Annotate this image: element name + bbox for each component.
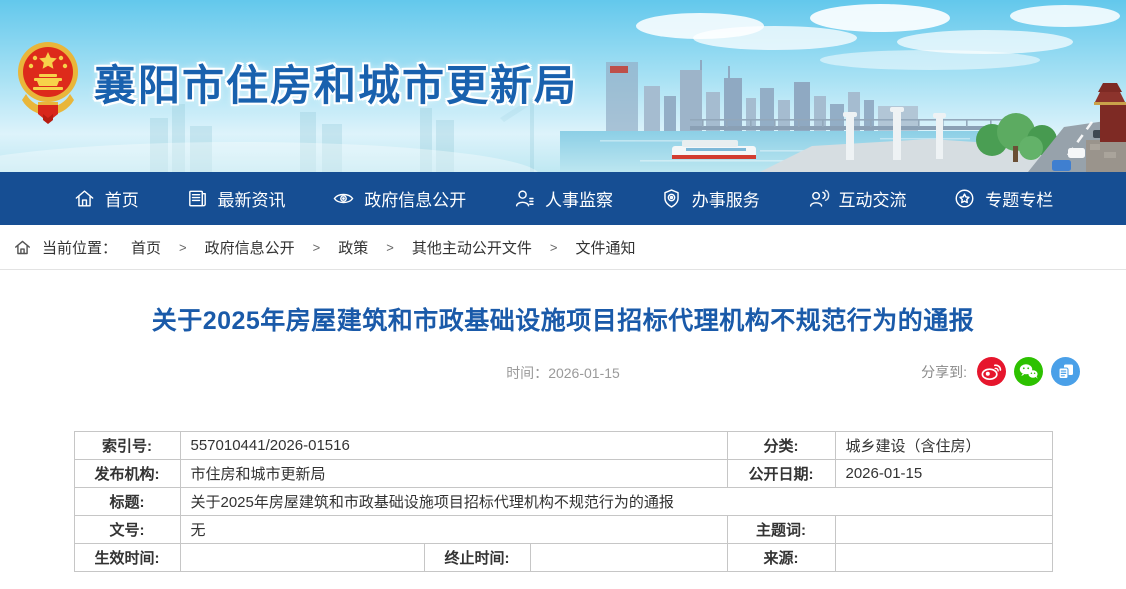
table-row: 发布机构: 市住房和城市更新局 公开日期: 2026-01-15 [74, 460, 1052, 488]
share-weibo-icon[interactable] [977, 357, 1006, 386]
badge-icon [660, 187, 683, 210]
site-banner: 襄阳市住房和城市更新局 [0, 0, 1126, 172]
breadcrumb-separator: > [313, 240, 321, 255]
table-row: 生效时间: 终止时间: 来源: [74, 544, 1052, 572]
source-label: 来源: [727, 544, 835, 572]
article-meta: 时间：2026-01-15 分享到: [0, 357, 1126, 387]
nav-item-label: 人事监察 [545, 186, 613, 211]
table-row: 索引号: 557010441/2026-01516 分类: 城乡建设（含住房） [74, 432, 1052, 460]
category-value: 城乡建设（含住房） [835, 432, 1052, 460]
nav-item-label: 互动交流 [839, 186, 907, 211]
share-copy-icon[interactable] [1051, 357, 1080, 386]
nav-item-label: 政府信息公开 [364, 186, 466, 211]
breadcrumb-item-gov-info[interactable]: 政府信息公开 [205, 237, 295, 258]
end-date-value [530, 544, 727, 572]
source-value [835, 544, 1052, 572]
nav-item-home[interactable]: 首页 [73, 186, 139, 211]
publisher-label: 发布机构: [74, 460, 180, 488]
eye-icon [332, 187, 355, 210]
share-label: 分享到: [921, 362, 967, 382]
breadcrumb: 当前位置： 首页 > 政府信息公开 > 政策 > 其他主动公开文件 > 文件通知 [0, 225, 1126, 270]
effective-date-value [180, 544, 424, 572]
home-icon [13, 238, 32, 257]
nav-item-label: 最新资讯 [218, 186, 286, 211]
publish-time-value: 2026-01-15 [548, 365, 620, 381]
index-number-label: 索引号: [74, 432, 180, 460]
nav-item-label: 首页 [105, 186, 139, 211]
share-bar: 分享到: [921, 357, 1080, 386]
news-icon [186, 187, 209, 210]
breadcrumb-item-home[interactable]: 首页 [131, 237, 161, 258]
breadcrumb-separator: > [179, 240, 187, 255]
publish-time-label: 时间： [506, 365, 548, 381]
nav-item-label: 办事服务 [692, 186, 760, 211]
table-row: 标题: 关于2025年房屋建筑和市政基础设施项目招标代理机构不规范行为的通报 [74, 488, 1052, 516]
doc-info-table: 索引号: 557010441/2026-01516 分类: 城乡建设（含住房） … [74, 431, 1053, 572]
national-emblem-icon [16, 40, 80, 124]
nav-item-news[interactable]: 最新资讯 [186, 186, 286, 211]
nav-item-label: 专题专栏 [985, 186, 1053, 211]
keywords-value [835, 516, 1052, 544]
breadcrumb-item-policy[interactable]: 政策 [338, 237, 368, 258]
nav-item-personnel[interactable]: 人事监察 [513, 186, 613, 211]
doc-title-label: 标题: [74, 488, 180, 516]
effective-date-label: 生效时间: [74, 544, 180, 572]
page: 襄阳市住房和城市更新局 首页 最新资讯 [0, 0, 1126, 589]
publisher-value: 市住房和城市更新局 [180, 460, 727, 488]
nav-item-services[interactable]: 办事服务 [660, 186, 760, 211]
article-title: 关于2025年房屋建筑和市政基础设施项目招标代理机构不规范行为的通报 [60, 301, 1066, 337]
nav-item-special-topics[interactable]: 专题专栏 [953, 186, 1053, 211]
end-date-label: 终止时间: [424, 544, 530, 572]
nav-item-gov-info[interactable]: 政府信息公开 [332, 186, 466, 211]
table-row: 文号: 无 主题词: [74, 516, 1052, 544]
home-icon [73, 187, 96, 210]
doc-number-label: 文号: [74, 516, 180, 544]
chat-icon [807, 187, 830, 210]
share-wechat-icon[interactable] [1014, 357, 1043, 386]
main-nav: 首页 最新资讯 政府信息公开 [0, 172, 1126, 225]
doc-number-value: 无 [180, 516, 727, 544]
index-number-value: 557010441/2026-01516 [180, 432, 727, 460]
breadcrumb-separator: > [550, 240, 558, 255]
keywords-label: 主题词: [727, 516, 835, 544]
article-content: 关于2025年房屋建筑和市政基础设施项目招标代理机构不规范行为的通报 时间：20… [0, 301, 1126, 572]
nav-item-interaction[interactable]: 互动交流 [807, 186, 907, 211]
person-icon [513, 187, 536, 210]
publish-date-label: 公开日期: [727, 460, 835, 488]
site-brand: 襄阳市住房和城市更新局 [16, 40, 578, 124]
breadcrumb-item-other-public-docs[interactable]: 其他主动公开文件 [412, 237, 532, 258]
star-circle-icon [953, 187, 976, 210]
breadcrumb-item-doc-notice[interactable]: 文件通知 [575, 237, 635, 258]
site-title: 襄阳市住房和城市更新局 [94, 52, 578, 113]
breadcrumb-prefix: 当前位置： [42, 237, 117, 258]
breadcrumb-separator: > [386, 240, 394, 255]
publish-date-value: 2026-01-15 [835, 460, 1052, 488]
category-label: 分类: [727, 432, 835, 460]
doc-title-value: 关于2025年房屋建筑和市政基础设施项目招标代理机构不规范行为的通报 [180, 488, 1052, 516]
